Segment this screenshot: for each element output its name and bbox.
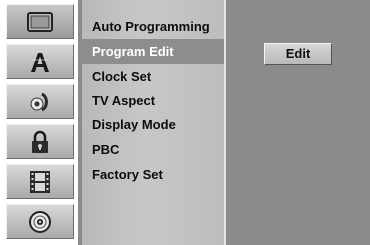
tv-screen-icon: [27, 11, 53, 32]
option-panel: [226, 0, 370, 245]
setup-menu-screen: Auto Programming Program Edit Clock Set …: [0, 0, 370, 245]
menu-item-pbc[interactable]: PBC: [82, 137, 224, 162]
film-strip-icon: [29, 170, 51, 194]
language-a-icon: [28, 50, 52, 74]
tab-general[interactable]: [6, 4, 74, 39]
edit-button[interactable]: Edit: [264, 43, 332, 65]
disc-icon: [28, 210, 52, 234]
audio-speaker-icon: [28, 91, 52, 113]
menu-item-factory-set[interactable]: Factory Set: [82, 162, 224, 187]
tab-language[interactable]: [6, 44, 74, 79]
menu-item-display-mode[interactable]: Display Mode: [82, 112, 224, 137]
menu-item-program-edit[interactable]: Program Edit: [82, 39, 224, 64]
tab-others[interactable]: [6, 164, 74, 199]
menu-item-auto-programming[interactable]: Auto Programming: [82, 14, 224, 39]
tab-audio[interactable]: [6, 84, 74, 119]
icon-column: [0, 0, 78, 245]
menu-item-tv-aspect[interactable]: TV Aspect: [82, 88, 224, 113]
tab-disc[interactable]: [6, 204, 74, 239]
lock-icon: [30, 130, 50, 154]
tab-lock[interactable]: [6, 124, 74, 159]
menu-item-clock-set[interactable]: Clock Set: [82, 64, 224, 89]
menu-list: Auto Programming Program Edit Clock Set …: [82, 0, 224, 245]
